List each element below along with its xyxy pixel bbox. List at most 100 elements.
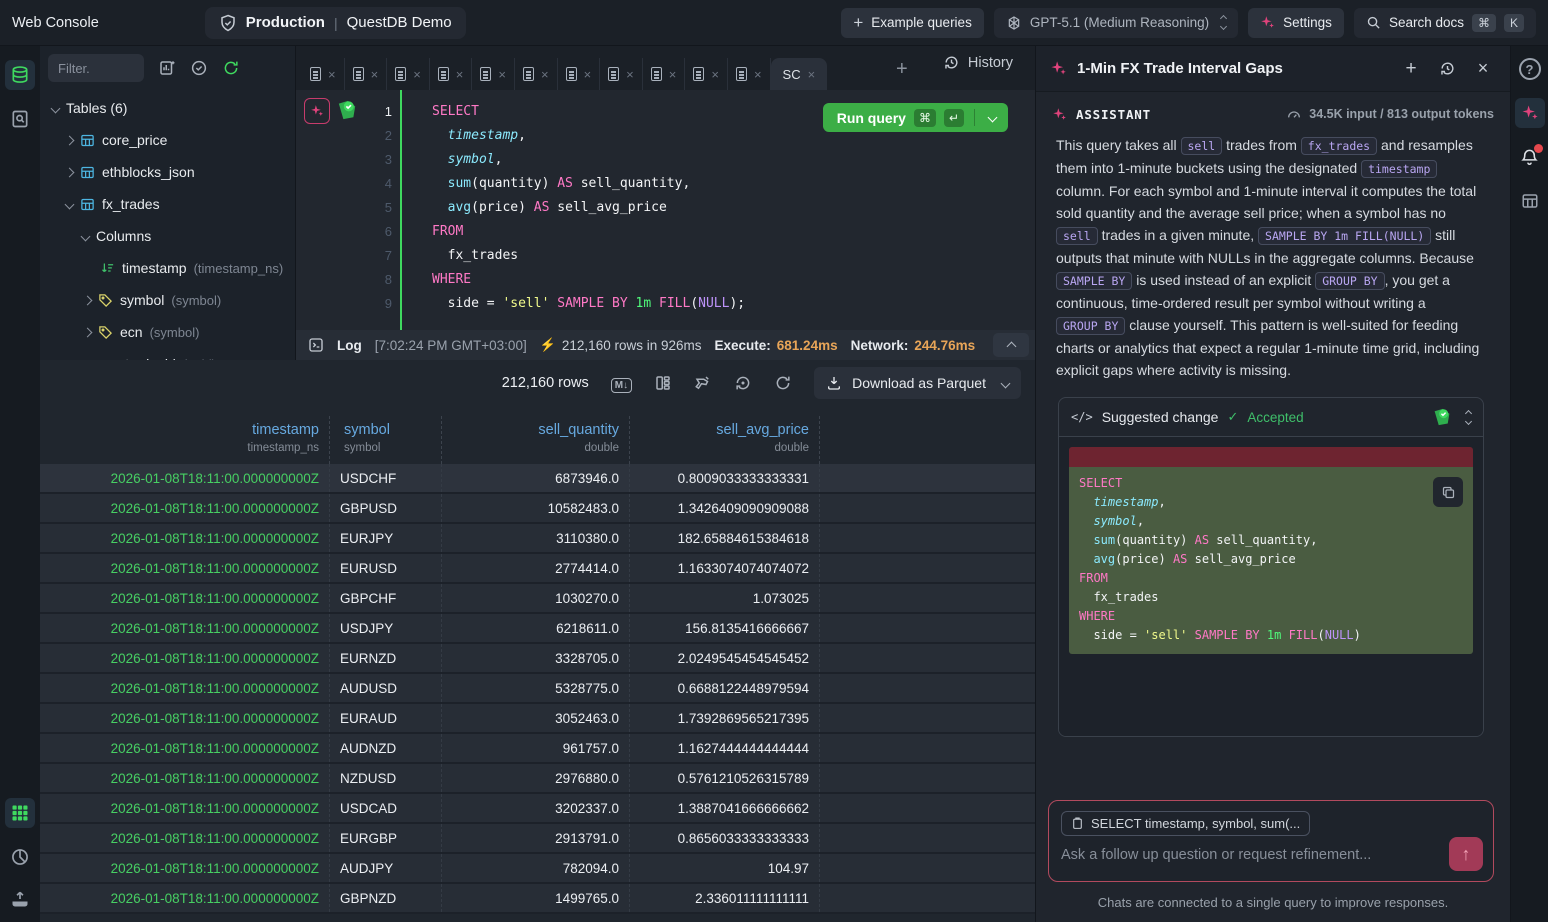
tree-table-core-price[interactable]: core_price <box>40 124 295 156</box>
table-row[interactable]: 2026-01-08T18:11:00.000000000ZAUDJPY7820… <box>40 854 1035 884</box>
column-header-timestamp[interactable]: timestamp timestamp_ns <box>40 416 330 464</box>
editor-tab[interactable]: × <box>685 58 728 90</box>
notifications-button[interactable] <box>1515 142 1545 172</box>
table-row[interactable]: 2026-01-08T18:11:00.000000000ZEURNZD3328… <box>40 644 1035 674</box>
close-tab-icon[interactable]: × <box>808 67 816 82</box>
tree-table-ethblocks-json[interactable]: ethblocks_json <box>40 156 295 188</box>
close-tab-icon[interactable]: × <box>456 67 464 82</box>
table-row[interactable]: 2026-01-08T18:11:00.000000000ZUSDJPY6218… <box>40 614 1035 644</box>
code-line[interactable]: fx_trades <box>432 244 1035 268</box>
metrics-panel-button[interactable] <box>1515 186 1545 216</box>
code-line[interactable]: sum(quantity) AS sell_quantity, <box>432 172 1035 196</box>
close-tab-icon[interactable]: × <box>711 67 719 82</box>
settings-button[interactable]: Settings <box>1248 8 1344 38</box>
chat-input-placeholder[interactable]: Ask a follow up question or request refi… <box>1061 847 1481 863</box>
table-row[interactable]: 2026-01-08T18:11:00.000000000ZEURJPY3110… <box>40 524 1035 554</box>
history-button[interactable]: History <box>943 54 1013 71</box>
log-label[interactable]: Log <box>337 338 362 353</box>
close-panel-button[interactable]: × <box>1470 56 1496 82</box>
copy-code-button[interactable] <box>1433 477 1463 507</box>
close-tab-icon[interactable]: × <box>328 67 336 82</box>
reset-view-button[interactable] <box>734 374 752 392</box>
table-row[interactable]: 2026-01-08T18:11:00.000000000ZEURAUD3052… <box>40 704 1035 734</box>
table-row[interactable]: 2026-01-08T18:11:00.000000000ZAUDUSD5328… <box>40 674 1035 704</box>
check-circle-icon[interactable] <box>190 59 208 77</box>
code-line[interactable]: side = 'sell' SAMPLE BY 1m FILL(NULL); <box>432 292 1035 316</box>
run-options-chevron-icon[interactable] <box>988 113 998 123</box>
column-header-sell-avg-price[interactable]: sell_avg_price double <box>630 416 820 464</box>
instance-selector[interactable]: Production | QuestDB Demo <box>205 7 466 39</box>
close-tab-icon[interactable]: × <box>754 67 762 82</box>
refresh-results-button[interactable] <box>774 374 792 392</box>
query-status-icon[interactable] <box>336 100 358 120</box>
model-selector[interactable]: GPT-5.1 (Medium Reasoning) <box>994 8 1238 38</box>
tables-panel-button[interactable] <box>5 60 35 90</box>
new-chat-button[interactable]: + <box>1398 56 1424 82</box>
table-row[interactable]: 2026-01-08T18:11:00.000000000ZGBPUSD1058… <box>40 494 1035 524</box>
editor-tab[interactable]: × <box>600 58 643 90</box>
tree-table-fx-trades[interactable]: fx_trades <box>40 188 295 220</box>
search-docs-button[interactable]: Search docs ⌘ K <box>1354 8 1536 38</box>
chart-view-button[interactable] <box>5 842 35 872</box>
example-queries-button[interactable]: + Example queries <box>841 8 984 38</box>
close-tab-icon[interactable]: × <box>541 67 549 82</box>
close-tab-icon[interactable]: × <box>669 67 677 82</box>
tree-column-timestamp[interactable]: timestamp (timestamp_ns) <box>40 252 295 284</box>
table-row[interactable]: 2026-01-08T18:11:00.000000000ZEURUSD2774… <box>40 554 1035 584</box>
applied-status-icon[interactable] <box>1432 408 1452 426</box>
help-button[interactable]: ? <box>1515 54 1545 84</box>
editor-tab[interactable]: × <box>558 58 601 90</box>
editor-tab[interactable]: × <box>515 58 558 90</box>
expand-collapse-icon[interactable] <box>1466 411 1471 424</box>
editor-tab[interactable]: × <box>643 58 686 90</box>
table-row[interactable]: 2026-01-08T18:11:00.000000000ZNZDUSD2976… <box>40 764 1035 794</box>
close-tab-icon[interactable]: × <box>584 67 592 82</box>
run-query-button[interactable]: Run query ⌘ ↵ <box>823 103 1008 132</box>
ai-sparkle-button[interactable] <box>304 98 330 124</box>
table-row[interactable]: 2026-01-08T18:11:00.000000000ZAUDNZD9617… <box>40 734 1035 764</box>
new-tab-button[interactable]: + <box>896 58 908 81</box>
close-tab-icon[interactable]: × <box>498 67 506 82</box>
code-line[interactable]: FROM <box>432 220 1035 244</box>
editor-tab[interactable]: × <box>472 58 515 90</box>
tree-column-symbol[interactable]: symbol (symbol) <box>40 284 295 316</box>
table-row[interactable]: 2026-01-08T18:11:00.000000000ZUSDCAD3202… <box>40 794 1035 824</box>
tree-columns-group[interactable]: Columns <box>40 220 295 252</box>
send-button[interactable]: ↑ <box>1449 837 1483 871</box>
table-row[interactable]: 2026-01-08T18:11:00.000000000ZUSDCHF6873… <box>40 464 1035 494</box>
tree-root-tables[interactable]: Tables (6) <box>40 92 295 124</box>
collapse-log-button[interactable] <box>993 333 1029 357</box>
chat-history-button[interactable] <box>1434 56 1460 82</box>
close-tab-icon[interactable]: × <box>371 67 379 82</box>
editor-tab-active[interactable]: SC × <box>771 58 828 90</box>
editor-tab[interactable]: × <box>387 58 430 90</box>
editor-tab[interactable]: × <box>302 58 345 90</box>
column-header-symbol[interactable]: symbol symbol <box>330 416 442 464</box>
tree-column-ecn[interactable]: ecn (symbol) <box>40 316 295 348</box>
sql-editor[interactable]: 123456789 SELECT timestamp, symbol, sum(… <box>296 90 1035 330</box>
table-row[interactable]: 2026-01-08T18:11:00.000000000ZGBPNZD1499… <box>40 884 1035 914</box>
column-header-sell-quantity[interactable]: sell_quantity double <box>442 416 630 464</box>
assistant-rail-button[interactable] <box>1515 98 1545 128</box>
download-options-chevron-icon[interactable] <box>1001 378 1011 388</box>
code-line[interactable]: WHERE <box>432 268 1035 292</box>
code-line[interactable]: avg(price) AS sell_avg_price <box>432 196 1035 220</box>
table-row[interactable]: 2026-01-08T18:11:00.000000000ZEURGBP2913… <box>40 824 1035 854</box>
import-button[interactable] <box>5 884 35 914</box>
markdown-export-button[interactable]: M↓ <box>611 375 632 391</box>
query-log-panel-button[interactable] <box>5 104 35 134</box>
close-tab-icon[interactable]: × <box>413 67 421 82</box>
grid-view-button[interactable] <box>5 798 35 828</box>
editor-tab[interactable]: × <box>430 58 473 90</box>
editor-tab[interactable]: × <box>728 58 771 90</box>
table-row[interactable]: 2026-01-08T18:11:00.000000000ZGBPCHF1030… <box>40 584 1035 614</box>
editor-tab[interactable]: × <box>345 58 388 90</box>
tree-column-trade-id[interactable]: 123 trade_id (uuid) <box>40 348 295 360</box>
chat-input-box[interactable]: SELECT timestamp, symbol, sum(... Ask a … <box>1048 800 1494 882</box>
download-parquet-button[interactable]: Download as Parquet <box>814 367 1021 399</box>
add-materialized-view-icon[interactable] <box>158 59 176 77</box>
refresh-icon[interactable] <box>222 59 240 77</box>
close-tab-icon[interactable]: × <box>626 67 634 82</box>
code-line[interactable]: symbol, <box>432 148 1035 172</box>
freeze-columns-button[interactable] <box>694 374 712 392</box>
